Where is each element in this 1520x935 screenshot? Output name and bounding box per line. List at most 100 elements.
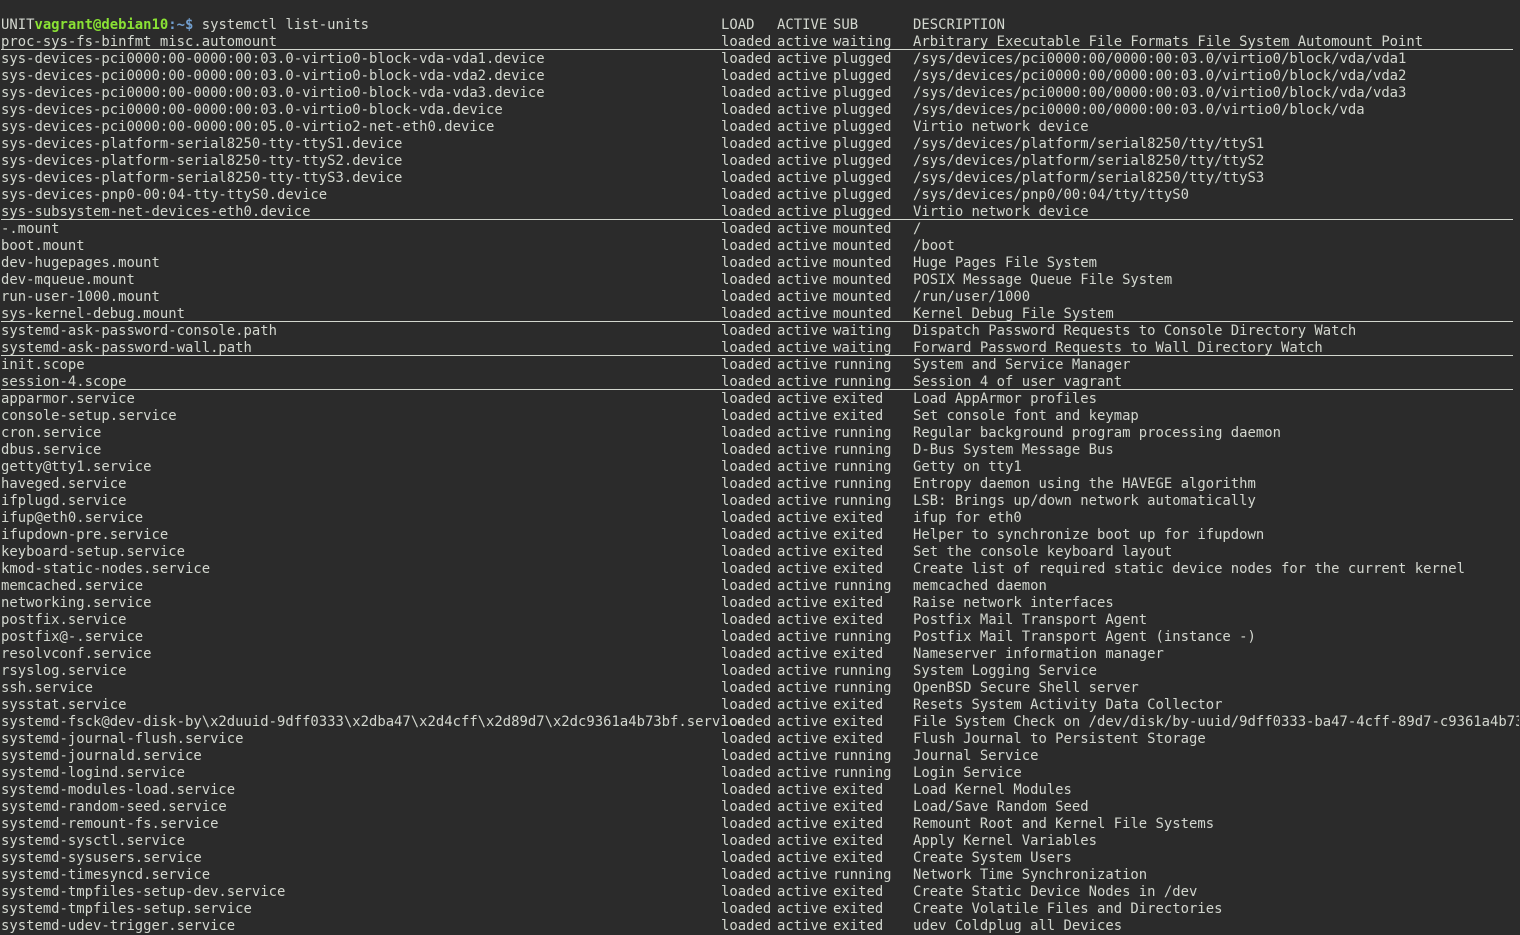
table-row: networking.service loaded active exited Rais… [1, 595, 1519, 612]
table-row: systemd-logind.service loaded active runnin… [1, 765, 1519, 782]
unit-cell: memcached.service [1, 578, 144, 594]
load-cell: loaded [721, 731, 772, 747]
description-cell: OpenBSD Secure Shell server [913, 680, 1139, 696]
description-cell: /boot [913, 238, 955, 254]
description-cell: /sys/devices/pci0000:00/0000:00:03.0/vir… [913, 102, 1365, 118]
unit-cell: systemd-logind.service [1, 765, 185, 781]
load-cell: loaded [721, 850, 772, 866]
active-cell: active [777, 578, 828, 594]
description-cell: Postfix Mail Transport Agent (instance -… [913, 629, 1256, 645]
table-row: systemd-journal-flush.service loaded activ… [1, 731, 1519, 748]
unit-cell: networking.service [1, 595, 152, 611]
table-row: sys-devices-pci0000:00-0000:00:03.0-virt… [1, 85, 1519, 102]
sub-cell: exited [833, 544, 884, 560]
table-row: getty@tty1.service loaded active running Get… [1, 459, 1519, 476]
description-cell: Network Time Synchronization [913, 867, 1148, 883]
description-cell: Nameserver information manager [913, 646, 1164, 662]
active-cell: active [777, 816, 828, 832]
table-row: kmod-static-nodes.service loaded active exi… [1, 561, 1519, 578]
description-cell: Load Kernel Modules [913, 782, 1072, 798]
load-cell: loaded [721, 459, 772, 475]
unit-cell: init.scope [1, 357, 85, 373]
sub-cell: mounted [833, 238, 892, 254]
description-cell: File System Check on /dev/disk/by-uuid/9… [913, 714, 1519, 730]
load-cell: loaded [721, 527, 772, 543]
group-separator [1, 219, 1513, 220]
description-cell: / [913, 221, 922, 237]
active-cell: active [777, 561, 828, 577]
load-cell: loaded [721, 119, 772, 135]
unit-cell: sys-devices-pci0000:00-0000:00:03.0-virt… [1, 85, 545, 101]
unit-cell: haveged.service [1, 476, 127, 492]
load-cell: loaded [721, 680, 772, 696]
sub-cell: exited [833, 646, 884, 662]
load-cell: loaded [721, 289, 772, 305]
active-cell: active [777, 170, 828, 186]
unit-cell: postfix@-.service [1, 629, 144, 645]
sub-cell: exited [833, 714, 884, 730]
table-row: sys-devices-platform-serial8250-tty-ttyS… [1, 153, 1519, 170]
table-row: -.mount loaded active mounted / [1, 221, 1519, 238]
description-cell: Getty on tty1 [913, 459, 1022, 475]
active-cell: active [777, 544, 828, 560]
load-cell: loaded [721, 238, 772, 254]
description-cell: POSIX Message Queue File System [913, 272, 1173, 288]
active-cell: active [777, 612, 828, 628]
sub-cell: mounted [833, 272, 892, 288]
load-cell: loaded [721, 68, 772, 84]
unit-cell: systemd-fsck@dev-disk-by\x2duuid-9dff033… [1, 714, 746, 730]
load-cell: loaded [721, 255, 772, 271]
unit-cell: systemd-modules-load.service [1, 782, 236, 798]
description-cell: /sys/devices/platform/serial8250/tty/tty… [913, 170, 1265, 186]
load-cell: loaded [721, 714, 772, 730]
command-prompt-line: vagrant@debian10:~$ systemctl list-units [1, 0, 1519, 33]
sub-cell: running [833, 459, 892, 475]
load-cell: loaded [721, 629, 772, 645]
description-cell: Remount Root and Kernel File Systems [913, 816, 1215, 832]
group-separator [1, 389, 1513, 390]
active-cell: active [777, 867, 828, 883]
active-cell: active [777, 51, 828, 67]
description-cell: /sys/devices/pci0000:00/0000:00:03.0/vir… [913, 85, 1407, 101]
table-row: systemd-journald.service loaded active runn… [1, 748, 1519, 765]
unit-cell: sys-devices-platform-serial8250-tty-ttyS… [1, 153, 403, 169]
table-row: systemd-timesyncd.service loaded active run… [1, 867, 1519, 884]
description-cell: System and Service Manager [913, 357, 1131, 373]
active-cell: active [777, 527, 828, 543]
description-cell: Dispatch Password Requests to Console Di… [913, 323, 1357, 339]
load-cell: loaded [721, 782, 772, 798]
table-row: init.scope loaded active running System and … [1, 357, 1519, 374]
load-cell: loaded [721, 476, 772, 492]
active-cell: active [777, 765, 828, 781]
table-row: console-setup.service loaded active exited S… [1, 408, 1519, 425]
unit-cell: systemd-udev-trigger.service [1, 918, 236, 934]
active-cell: active [777, 493, 828, 509]
table-row: sys-devices-pci0000:00-0000:00:03.0-virt… [1, 51, 1519, 68]
table-row: sys-kernel-debug.mount loaded active mounte… [1, 306, 1519, 323]
sub-cell: running [833, 748, 892, 764]
active-cell: active [777, 272, 828, 288]
description-cell: Resets System Activity Data Collector [913, 697, 1223, 713]
table-row: proc-sys-fs-binfmt_misc.automount loaded a… [1, 34, 1519, 51]
terminal-window[interactable]: vagrant@debian10:~$ systemctl list-units… [1, 0, 1519, 935]
unit-cell: sysstat.service [1, 697, 127, 713]
sub-cell: running [833, 476, 892, 492]
sub-cell: exited [833, 799, 884, 815]
description-cell: /sys/devices/platform/serial8250/tty/tty… [913, 153, 1265, 169]
table-row: sys-devices-pci0000:00-0000:00:05.0-virt… [1, 119, 1519, 136]
unit-cell: dev-hugepages.mount [1, 255, 160, 271]
sub-cell: running [833, 425, 892, 441]
table-row: sys-subsystem-net-devices-eth0.device loa… [1, 204, 1519, 221]
load-cell: loaded [721, 799, 772, 815]
sub-cell: waiting [833, 323, 892, 339]
header-unit: UNIT [1, 17, 35, 33]
description-cell: memcached daemon [913, 578, 1047, 594]
sub-cell: running [833, 493, 892, 509]
sub-cell: plugged [833, 170, 892, 186]
sub-cell: exited [833, 884, 884, 900]
sub-cell: running [833, 578, 892, 594]
table-row: keyboard-setup.service loaded active exited… [1, 544, 1519, 561]
description-cell: Virtio network device [913, 119, 1089, 135]
load-cell: loaded [721, 408, 772, 424]
sub-cell: plugged [833, 119, 892, 135]
